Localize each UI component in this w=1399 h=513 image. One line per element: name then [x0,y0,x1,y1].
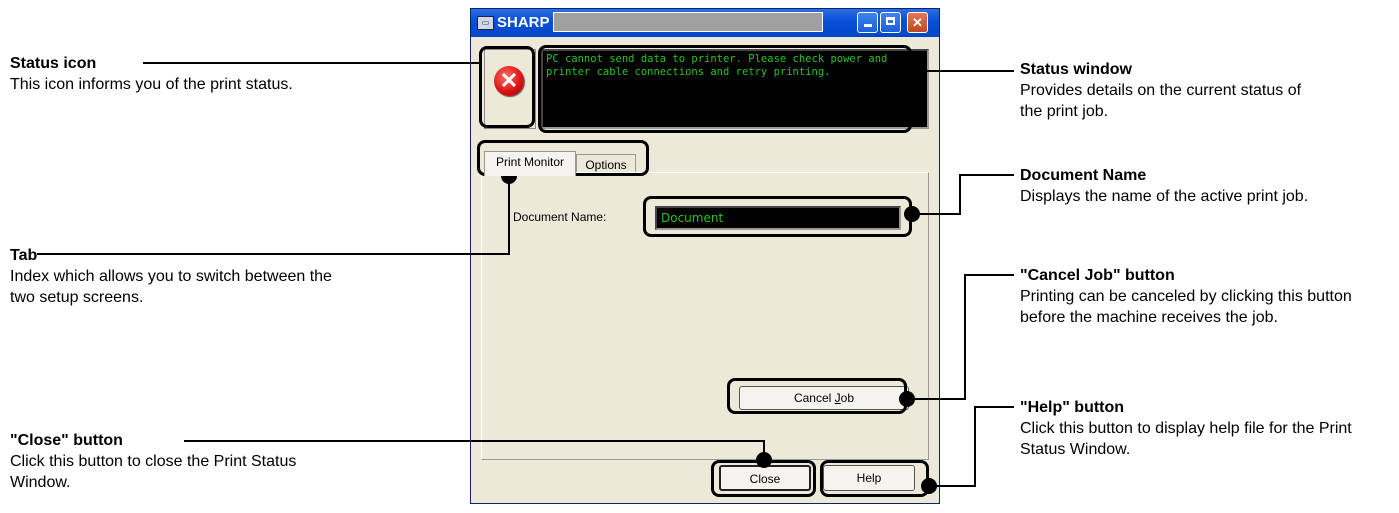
leader-tab [37,176,510,255]
leader-document-name [912,174,1014,215]
leader-dot [904,206,920,222]
tab-print-monitor[interactable]: Print Monitor [484,151,576,176]
leader-help [929,406,1014,487]
leader-dot [921,478,937,494]
leader-cancel-job [907,274,1014,400]
leader-dot [899,391,915,407]
leader-dot [756,452,772,468]
leader-lines [37,62,1014,487]
leader-dot [905,63,921,79]
leader-close [184,440,765,460]
